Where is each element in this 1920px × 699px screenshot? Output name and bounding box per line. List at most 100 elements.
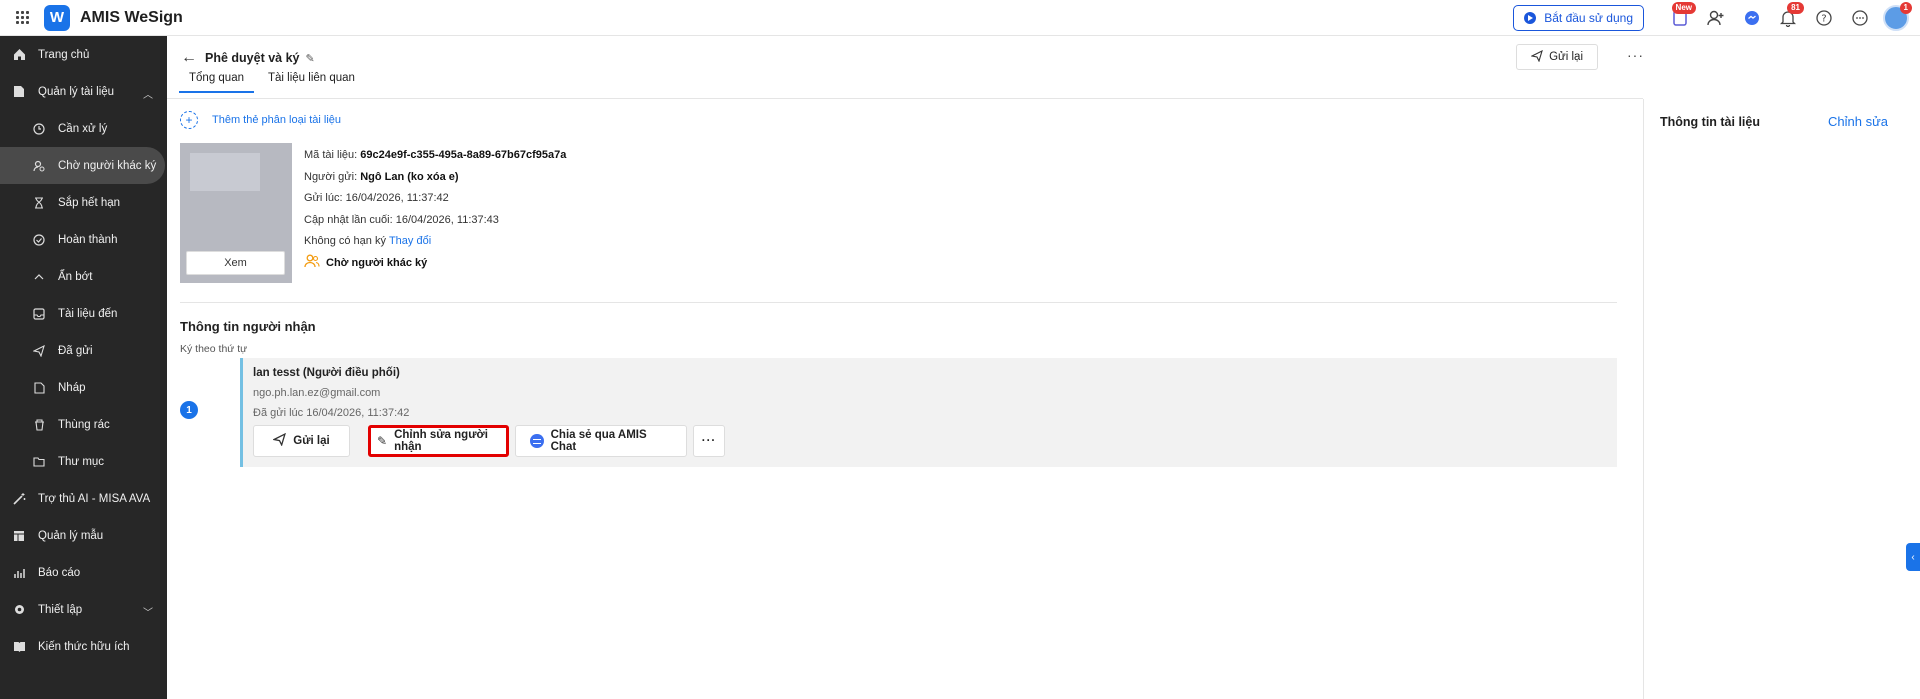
- send-icon: [32, 344, 46, 358]
- get-started-label: Bắt đầu sử dụng: [1544, 11, 1633, 25]
- play-icon: [1524, 12, 1537, 24]
- sidebar-item-label: Báo cáo: [38, 566, 81, 579]
- edit-recipient-button[interactable]: ✎ Chỉnh sửa người nhận: [368, 425, 509, 457]
- sidebar-item-settings[interactable]: Thiết lập ﹀: [0, 591, 167, 628]
- clock-icon: [32, 122, 46, 136]
- help-icon[interactable]: ?: [1806, 0, 1842, 36]
- sidebar-item-knowledge[interactable]: Kiến thức hữu ích: [0, 628, 167, 665]
- section-divider: [180, 302, 1617, 303]
- add-tag-link[interactable]: + Thêm thẻ phân loại tài liệu: [180, 111, 341, 129]
- sender-value: Ngô Lan (ko xóa e): [360, 170, 459, 183]
- resend-button[interactable]: Gửi lại: [1516, 44, 1598, 70]
- view-document-button[interactable]: Xem: [186, 251, 285, 275]
- sent-at-label: Gửi lúc:: [304, 192, 343, 204]
- more-menu-icon[interactable]: [1842, 0, 1878, 36]
- sidebar-item-trash[interactable]: Thùng rác: [0, 406, 167, 443]
- user-avatar[interactable]: 1: [1878, 0, 1914, 36]
- updated-label: Cập nhật lần cuối:: [304, 213, 393, 226]
- app-title: AMIS WeSign: [80, 8, 183, 26]
- sidebar-item-sent[interactable]: Đã gửi: [0, 332, 167, 369]
- sidebar-item-folders[interactable]: Thư mục: [0, 443, 167, 480]
- sidebar-item-incoming[interactable]: Tài liệu đến: [0, 295, 167, 332]
- magic-wand-icon: [12, 492, 26, 506]
- send-icon: [272, 432, 287, 449]
- deadline-label: Không có hạn ký: [304, 235, 386, 247]
- sidebar-item-label: Thư mục: [58, 455, 105, 468]
- get-started-button[interactable]: Bắt đầu sử dụng: [1513, 5, 1644, 31]
- recipient-name: lan tesst (Người điều phối): [253, 367, 400, 379]
- recipient-card: lan tesst (Người điều phối) ngo.ph.lan.e…: [240, 358, 1617, 467]
- sidebar-item-templates[interactable]: Quản lý mẫu: [0, 517, 167, 554]
- recipient-more-button[interactable]: ···: [693, 425, 725, 457]
- collapse-panel-chevron-icon[interactable]: ‹: [1906, 543, 1920, 571]
- sidebar-item-to-process[interactable]: Cần xử lý: [0, 110, 167, 147]
- step-number: 1: [180, 401, 198, 419]
- chat-icon[interactable]: [1734, 0, 1770, 36]
- recipients-title: Thông tin người nhận: [180, 319, 316, 334]
- template-icon: [12, 529, 26, 543]
- sidebar-item-waiting-others[interactable]: Chờ người khác ký: [0, 147, 165, 184]
- doc-id-value: 69c24e9f-c355-495a-8a89-67b67cf95a7a: [360, 149, 567, 161]
- book-icon: [12, 640, 26, 654]
- page-header: ← Phê duyệt và ký ✎: [167, 44, 1643, 72]
- inbox-icon: [32, 307, 46, 321]
- sidebar-item-label: Ẩn bớt: [58, 270, 93, 283]
- updated-value: 16/04/2026, 11:37:43: [395, 213, 499, 226]
- main-area: ← Phê duyệt và ký ✎ Gửi lại ··· Tổng qua…: [167, 36, 1644, 699]
- add-tag-label: Thêm thẻ phân loại tài liệu: [212, 114, 342, 126]
- amis-chat-icon: [530, 434, 544, 448]
- sidebar-item-drafts[interactable]: Nháp: [0, 369, 167, 406]
- avatar-badge: 1: [1899, 2, 1912, 14]
- hourglass-icon: [32, 196, 46, 210]
- sidebar-item-label: Quản lý tài liệu: [38, 85, 115, 98]
- people-icon: [304, 253, 320, 275]
- chevron-up-icon: [32, 270, 46, 284]
- signing-order-label: Ký theo thứ tự: [180, 343, 248, 355]
- change-deadline-link[interactable]: Thay đổi: [389, 235, 431, 247]
- sidebar-item-document-management[interactable]: Quản lý tài liệu ︿: [0, 73, 167, 110]
- sidebar-item-reports[interactable]: Báo cáo: [0, 554, 167, 591]
- document-thumbnail[interactable]: Xem: [180, 143, 292, 283]
- recipient-resend-button[interactable]: Gửi lại: [253, 425, 350, 457]
- share-amis-chat-button[interactable]: Chia sẻ qua AMIS Chat: [515, 425, 687, 457]
- folder-icon: [32, 455, 46, 469]
- edit-document-info-link[interactable]: Chỉnh sửa: [1828, 114, 1888, 129]
- check-circle-icon: [32, 233, 46, 247]
- top-bar: W AMIS WeSign Bắt đầu sử dụng New 81 ? 1: [0, 0, 1920, 36]
- chart-icon: [12, 566, 26, 580]
- chevron-down-icon: ﹀: [143, 608, 153, 619]
- sent-at-value: 16/04/2026, 11:37:42: [345, 192, 449, 204]
- tab-overview[interactable]: Tổng quan: [179, 72, 254, 93]
- sidebar-item-collapse[interactable]: Ẩn bớt: [0, 258, 167, 295]
- whats-new-icon[interactable]: New: [1662, 0, 1698, 36]
- sidebar-item-label: Tài liệu đến: [58, 307, 118, 320]
- sidebar-item-label: Kiến thức hữu ích: [38, 640, 130, 653]
- pencil-icon: ✎: [377, 434, 388, 448]
- document-icon: [12, 85, 26, 99]
- add-user-icon[interactable]: [1698, 0, 1734, 36]
- apps-grid-icon[interactable]: [0, 0, 44, 36]
- sidebar-item-label: Thiết lập: [38, 603, 83, 616]
- edit-title-icon[interactable]: ✎: [306, 52, 315, 65]
- status-badge: Chờ người khác ký: [304, 253, 566, 275]
- document-preview-image: [190, 153, 260, 191]
- notification-bell-icon[interactable]: 81: [1770, 0, 1806, 36]
- more-options-icon[interactable]: ···: [1627, 47, 1644, 63]
- sidebar-item-expiring[interactable]: Sắp hết hạn: [0, 184, 167, 221]
- overview-content: + Thêm thẻ phân loại tài liệu Xem Mã tài…: [167, 99, 1643, 699]
- sidebar-item-completed[interactable]: Hoàn thành: [0, 221, 167, 258]
- sidebar-item-ai-assistant[interactable]: Trợ thủ AI - MISA AVA: [0, 480, 167, 517]
- send-icon: [1530, 49, 1543, 65]
- sidebar-item-home[interactable]: Trang chủ: [0, 36, 167, 73]
- plus-icon: +: [180, 111, 198, 129]
- share-amis-chat-label: Chia sẻ qua AMIS Chat: [550, 429, 647, 453]
- tab-related-documents[interactable]: Tài liệu liên quan: [258, 72, 365, 93]
- sidebar-item-label: Trang chủ: [38, 48, 90, 61]
- sidebar-item-label: Quản lý mẫu: [38, 529, 104, 542]
- back-arrow-icon[interactable]: ←: [181, 49, 197, 67]
- gear-icon: [12, 603, 26, 617]
- app-logo: W: [44, 4, 70, 31]
- tab-bar: Tổng quan Tài liệu liên quan: [179, 72, 369, 93]
- notification-count-badge: 81: [1787, 2, 1804, 14]
